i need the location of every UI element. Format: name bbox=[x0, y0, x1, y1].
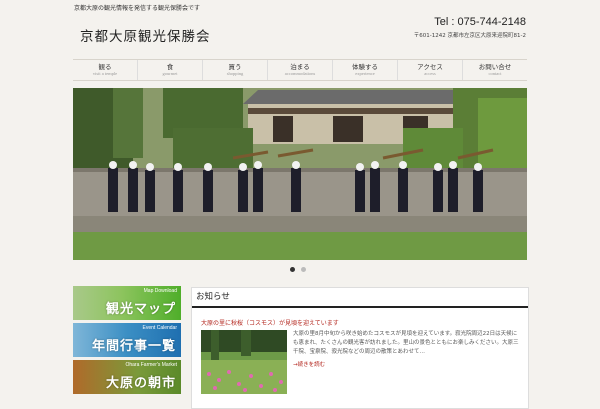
banner-subtitle: Ohara Farmer's Market bbox=[125, 362, 177, 368]
banner-map-download[interactable]: Map Download 観光マップ bbox=[73, 286, 181, 320]
news-excerpt: 大原の里8月中旬から咲き始めたコスモスが見頃を迎えています。寂光院周辺22日は天… bbox=[293, 331, 519, 355]
nav-item-gourmet[interactable]: 食 gourmet bbox=[137, 60, 202, 80]
nav-item-access[interactable]: アクセス access bbox=[397, 60, 462, 80]
news-item-body: 大原の里8月中旬から咲き始めたコスモスが見頃を迎えています。寂光院周辺22日は天… bbox=[293, 330, 521, 370]
news-thumbnail[interactable] bbox=[201, 330, 287, 394]
nav-sublabel: accommodations bbox=[284, 71, 316, 76]
phone-number: Tel : 075-744-2148 bbox=[434, 16, 526, 28]
nav-sublabel: gourmet bbox=[162, 71, 178, 76]
banner-title: 観光マップ bbox=[105, 302, 176, 317]
slider-pagination bbox=[290, 267, 306, 272]
banner-title: 大原の朝市 bbox=[105, 376, 176, 391]
nav-sublabel: experience bbox=[355, 71, 375, 76]
hero-slider[interactable] bbox=[73, 88, 527, 260]
nav-label: 買う bbox=[228, 63, 242, 71]
nav-item-experience[interactable]: 体験する experience bbox=[332, 60, 397, 80]
nav-sublabel: shopping bbox=[226, 71, 244, 76]
news-heading: お知らせ bbox=[192, 288, 528, 308]
main-nav: 観る visit a temple 食 gourmet 買う shopping 泊まる… bbox=[73, 59, 527, 81]
banner-farmers-market[interactable]: Ohara Farmer's Market 大原の朝市 bbox=[73, 360, 181, 394]
news-section: お知らせ 大原の里に秋桜（コスモス）が見頃を迎えています 大原の里8月中旬から咲… bbox=[191, 287, 529, 409]
banner-subtitle: Map Download bbox=[143, 288, 177, 294]
nav-item-accommodations[interactable]: 泊まる accommodations bbox=[267, 60, 332, 80]
slider-dot-1[interactable] bbox=[290, 267, 295, 272]
site-logo[interactable]: 京都大原観光保勝会 bbox=[80, 25, 211, 45]
nav-sublabel: access bbox=[424, 71, 436, 76]
banner-title: 年間行事一覧 bbox=[91, 339, 176, 354]
banner-subtitle: Event Calendar bbox=[142, 325, 177, 331]
nav-label: 食 bbox=[166, 63, 174, 71]
nav-label: アクセス bbox=[417, 63, 443, 71]
site-tagline: 京都大原の観光情報を発信する観光保勝会です bbox=[74, 5, 201, 12]
nav-item-contact[interactable]: お問い合せ contact bbox=[462, 60, 527, 80]
slider-dot-2[interactable] bbox=[301, 267, 306, 272]
banner-event-calendar[interactable]: Event Calendar 年間行事一覧 bbox=[73, 323, 181, 357]
nav-label: 観る bbox=[98, 63, 112, 71]
hero-photo bbox=[73, 88, 527, 260]
address: 〒601-1242 京都市左京区大原来迎院町81-2 bbox=[413, 33, 526, 39]
nav-label: 体験する bbox=[352, 63, 378, 71]
nav-sublabel: visit a temple bbox=[92, 71, 118, 76]
nav-label: お問い合せ bbox=[478, 63, 512, 71]
read-more-link[interactable]: →続きを読む bbox=[293, 361, 521, 370]
nav-sublabel: contact bbox=[488, 71, 502, 76]
nav-item-shopping[interactable]: 買う shopping bbox=[202, 60, 267, 80]
nav-item-visit[interactable]: 観る visit a temple bbox=[73, 60, 137, 80]
nav-label: 泊まる bbox=[290, 63, 310, 71]
news-item-title[interactable]: 大原の里に秋桜（コスモス）が見頃を迎えています bbox=[201, 318, 339, 327]
